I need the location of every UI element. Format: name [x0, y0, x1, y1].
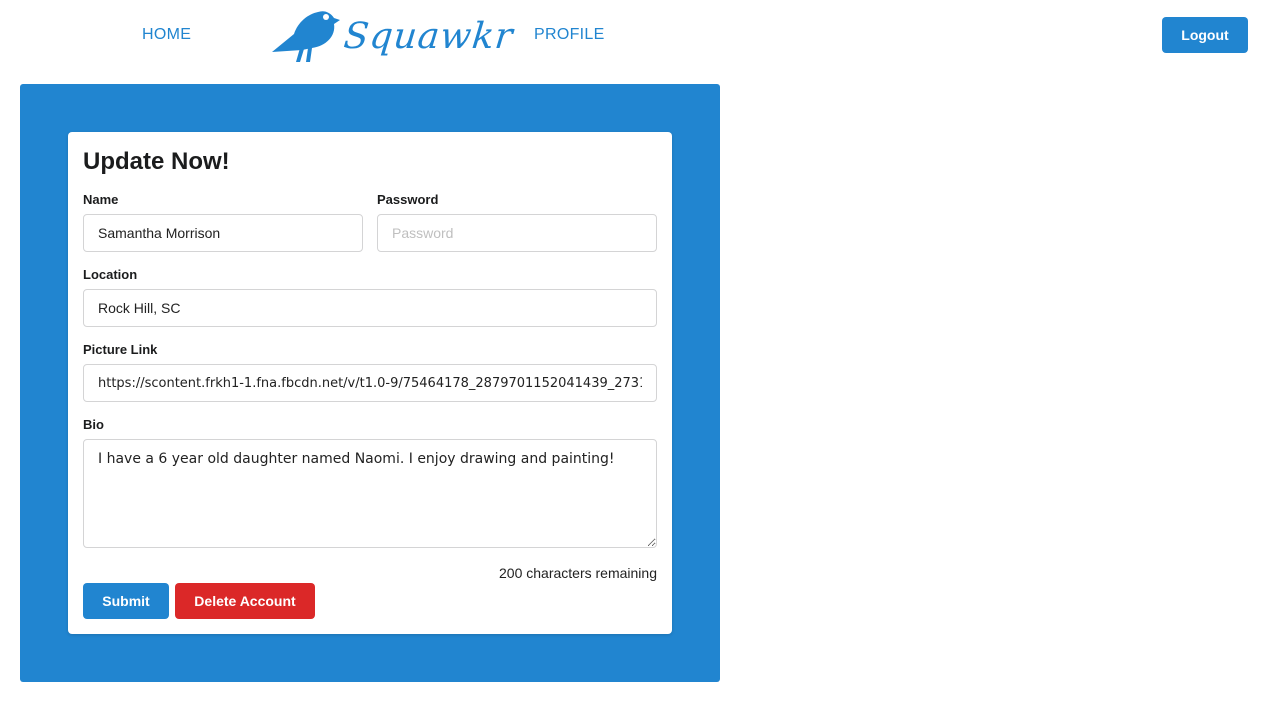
password-label: Password — [377, 192, 439, 207]
password-input[interactable] — [377, 214, 657, 252]
submit-button[interactable]: Submit — [83, 583, 169, 619]
picture-link-input[interactable] — [83, 364, 657, 402]
update-form-card: Update Now! Name Password Location Pictu… — [68, 132, 672, 634]
logo-text: Squawkr — [341, 16, 516, 57]
bird-icon — [272, 11, 340, 62]
location-label: Location — [83, 267, 138, 282]
name-input[interactable] — [83, 214, 363, 252]
bio-textarea[interactable]: I have a 6 year old daughter named Naomi… — [83, 439, 657, 548]
picture-link-label: Picture Link — [83, 342, 158, 357]
nav-home-link[interactable]: HOME — [142, 26, 191, 44]
location-input[interactable] — [83, 289, 657, 327]
nav-profile-link[interactable]: PROFILE — [534, 26, 605, 44]
name-label: Name — [83, 192, 119, 207]
navbar: HOME Squawkr PROFILE Logout — [0, 0, 1278, 70]
bio-label: Bio — [83, 417, 104, 432]
content-panel: Update Now! Name Password Location Pictu… — [20, 84, 720, 682]
form-title: Update Now! — [83, 148, 230, 175]
characters-remaining: 200 characters remaining — [499, 565, 657, 581]
logout-button[interactable]: Logout — [1162, 17, 1248, 53]
delete-account-button[interactable]: Delete Account — [175, 583, 315, 619]
logo[interactable]: Squawkr — [270, 6, 515, 64]
